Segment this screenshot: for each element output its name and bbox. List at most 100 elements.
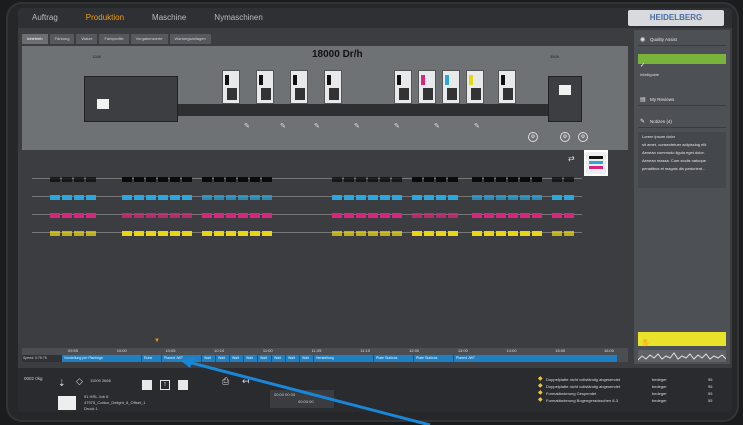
ink-key-segment[interactable]	[392, 213, 402, 218]
timeline-segment[interactable]: Wait	[216, 355, 230, 362]
ink-key-segment[interactable]	[62, 177, 72, 182]
list-item[interactable]: ◆ Doppelplatte nicht vollständig abgesend…	[538, 383, 728, 390]
ink-key-segment[interactable]	[508, 177, 518, 182]
ink-key-segment[interactable]	[122, 213, 132, 218]
ink-key-segment[interactable]	[238, 177, 248, 182]
ink-key-segment[interactable]	[484, 177, 494, 182]
ink-key-segment[interactable]	[250, 177, 260, 182]
ink-key-segment[interactable]	[344, 231, 354, 236]
ink-key-segment[interactable]	[170, 213, 180, 218]
ink-key-segment[interactable]	[86, 177, 96, 182]
timeline-segment[interactable]: Vorstellung per Planfolge	[62, 355, 142, 362]
ink-key-segment[interactable]	[368, 177, 378, 182]
ink-key-segment[interactable]	[472, 231, 482, 236]
ink-key-segment[interactable]	[356, 213, 366, 218]
tab-nymaschinen[interactable]: Nymaschinen	[200, 8, 276, 28]
timeline-segment[interactable]: Planed JWT	[454, 355, 618, 362]
ink-key-segment[interactable]	[182, 195, 192, 200]
ink-key-segment[interactable]	[380, 177, 390, 182]
ink-key-segment[interactable]	[436, 231, 446, 236]
ink-key-segment[interactable]	[448, 177, 458, 182]
ink-key-segment[interactable]	[226, 177, 236, 182]
ink-key-segment[interactable]	[202, 177, 212, 182]
ink-key-segment[interactable]	[368, 213, 378, 218]
ink-key-segment[interactable]	[520, 195, 530, 200]
timeline-segment[interactable]: Wait	[272, 355, 286, 362]
print-unit-3[interactable]	[290, 70, 308, 104]
print-unit-6[interactable]	[418, 70, 436, 104]
ink-key-segment[interactable]	[332, 231, 342, 236]
ink-key-segment[interactable]	[250, 213, 260, 218]
ink-key-segment[interactable]	[344, 195, 354, 200]
sheet-preview-thumbnail[interactable]	[584, 150, 608, 176]
ink-key-segment[interactable]	[436, 177, 446, 182]
print-unit-8[interactable]	[466, 70, 484, 104]
ink-key-segment[interactable]	[532, 195, 542, 200]
warning-status[interactable]: ✋	[638, 332, 726, 347]
ink-key-segment[interactable]	[134, 195, 144, 200]
ink-key-segment[interactable]	[86, 213, 96, 218]
tab-maschine[interactable]: Maschine	[138, 8, 200, 28]
intelliguide-label[interactable]: Intelliguide	[640, 72, 659, 77]
subtab-farbprofile[interactable]: Farbprofile	[99, 34, 129, 44]
list-item[interactable]: ◆ Formatänderung Bogengeradsschen 8-3 bede…	[538, 397, 728, 404]
ink-key-segment[interactable]	[484, 213, 494, 218]
ink-key-segment[interactable]	[214, 177, 224, 182]
timeline-segment[interactable]: Plate Stallons	[414, 355, 454, 362]
ink-key-segment[interactable]	[532, 231, 542, 236]
subtab-inbetrieb[interactable]: Inbetrieb	[22, 34, 48, 44]
ink-key-segment[interactable]	[532, 213, 542, 218]
ink-key-segment[interactable]	[496, 177, 506, 182]
ink-key-segment[interactable]	[448, 213, 458, 218]
ink-key-segment[interactable]	[520, 231, 530, 236]
ink-key-segment[interactable]	[238, 195, 248, 200]
pile-icon[interactable]: ⇣	[58, 378, 66, 389]
ink-key-segment[interactable]	[356, 177, 366, 182]
ink-key-segment[interactable]	[226, 231, 236, 236]
list-item[interactable]: ◆ Formatänderung Gespendet bedeger 55	[538, 390, 728, 397]
ink-key-segment[interactable]	[552, 195, 562, 200]
ink-key-segment[interactable]	[552, 231, 562, 236]
ink-key-segment[interactable]	[412, 231, 422, 236]
tab-auftrag[interactable]: Auftrag	[18, 8, 72, 28]
ink-key-segment[interactable]	[508, 213, 518, 218]
return-icon[interactable]: ↤	[242, 376, 250, 387]
ink-key-segment[interactable]	[412, 177, 422, 182]
ink-key-segment[interactable]	[552, 213, 562, 218]
timeline-segment[interactable]: Wait	[244, 355, 258, 362]
ink-key-segment[interactable]	[202, 213, 212, 218]
ink-key-segment[interactable]	[226, 213, 236, 218]
ink-key-segment[interactable]	[74, 177, 84, 182]
ink-key-segment[interactable]	[238, 231, 248, 236]
subtab-walze[interactable]: Walze	[76, 34, 98, 44]
ink-key-segment[interactable]	[356, 195, 366, 200]
wrench-icon[interactable]: ✎	[354, 122, 360, 130]
ink-key-segment[interactable]	[182, 213, 192, 218]
timeline-segment[interactable]: Wait	[202, 355, 216, 362]
ink-key-segment[interactable]	[50, 195, 60, 200]
ink-key-segment[interactable]	[380, 231, 390, 236]
quality-status-ok[interactable]: ✓	[638, 54, 726, 69]
ink-key-segment[interactable]	[472, 195, 482, 200]
ink-key-segment[interactable]	[436, 195, 446, 200]
ink-key-segment[interactable]	[332, 195, 342, 200]
ink-key-segment[interactable]	[214, 231, 224, 236]
wrench-icon[interactable]: ✎	[244, 122, 250, 130]
ink-key-segment[interactable]	[448, 231, 458, 236]
notizen-header[interactable]: ✎ Notizen (4)	[638, 116, 726, 128]
ink-key-segment[interactable]	[250, 231, 260, 236]
ink-key-segment[interactable]	[214, 213, 224, 218]
swap-icon[interactable]: ⇄	[568, 154, 575, 163]
ink-key-segment[interactable]	[158, 195, 168, 200]
ink-key-segment[interactable]	[564, 177, 574, 182]
ink-key-segment[interactable]	[74, 213, 84, 218]
stop-button[interactable]	[142, 380, 152, 390]
ink-key-segment[interactable]	[262, 195, 272, 200]
ink-key-segment[interactable]	[448, 195, 458, 200]
ink-key-segment[interactable]	[564, 213, 574, 218]
ink-key-segment[interactable]	[74, 195, 84, 200]
my-reviews-header[interactable]: ▤ My Reviews	[638, 94, 726, 106]
ink-key-segment[interactable]	[182, 177, 192, 182]
ink-key-segment[interactable]	[424, 195, 434, 200]
ink-key-segment[interactable]	[50, 177, 60, 182]
